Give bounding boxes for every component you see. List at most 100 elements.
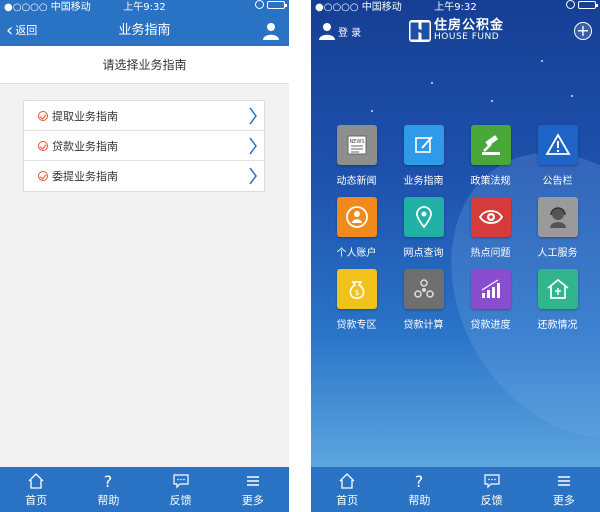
check-circle-icon (38, 140, 48, 151)
progress-chart-icon (470, 269, 511, 309)
help-icon: ? (104, 472, 113, 490)
login-button[interactable]: 登 录 (319, 22, 361, 40)
grid-item-guide[interactable]: 业务指南 (390, 125, 457, 187)
grid-item-notice[interactable]: 公告栏 (524, 125, 591, 187)
guide-item-delegate[interactable]: 委提业务指南 (24, 161, 264, 191)
chevron-right-icon (249, 137, 257, 155)
grid-item-branch[interactable]: 网点查询 (390, 197, 457, 259)
feedback-icon (173, 473, 189, 488)
grid-item-repayment[interactable]: 还款情况 (524, 269, 591, 331)
add-button[interactable]: + (574, 22, 592, 40)
tab-label: 首页 (25, 493, 48, 507)
grid-item-label: 人工服务 (537, 248, 578, 259)
more-icon (246, 475, 259, 486)
tab-home[interactable]: 首页 (0, 467, 72, 512)
tab-help[interactable]: ? 帮助 (72, 467, 144, 512)
grid-item-faq[interactable]: 热点问题 (457, 197, 524, 259)
status-bar: ●○○○○ 中国移动 上午9:32 (311, 0, 600, 16)
logo-en: HOUSE FUND (434, 32, 500, 42)
service-grid: NEWS 动态新闻 业务指南 政策法规 公告栏 个人账户 网点查询 热点问题 人… (323, 125, 593, 331)
tab-more[interactable]: 更多 (217, 467, 289, 512)
guide-item-label: 贷款业务指南 (52, 139, 118, 153)
orientation-lock-icon (255, 0, 264, 9)
page-title: 业务指南 (118, 23, 171, 38)
home-screen: ●○○○○ 中国移动 上午9:32 登 录 住房公积金 HOUSE FUND +… (311, 0, 600, 512)
moneybag-icon: $ (336, 269, 377, 309)
tab-bar: 首页 ? 帮助 反馈 更多 (0, 467, 289, 512)
home-header: 登 录 住房公积金 HOUSE FUND + (311, 16, 600, 46)
tab-label: 反馈 (169, 493, 192, 507)
chevron-right-icon (249, 167, 257, 185)
tab-feedback[interactable]: 反馈 (145, 467, 217, 512)
nav-bar: ‹ 返回 业务指南 (0, 16, 289, 46)
warning-icon (537, 125, 578, 165)
grid-item-loan-progress[interactable]: 贷款进度 (457, 269, 524, 331)
battery-icon (578, 0, 598, 9)
grid-item-label: 贷款计算 (403, 320, 444, 331)
tab-label: 更多 (552, 493, 575, 507)
tab-label: 帮助 (97, 493, 120, 507)
grid-item-label: 个人账户 (336, 248, 377, 259)
guide-item-label: 委提业务指南 (52, 170, 118, 183)
battery-icon (267, 0, 287, 9)
guide-list: 提取业务指南 贷款业务指南 委提业务指南 (23, 100, 265, 192)
svg-text:?: ? (415, 472, 424, 490)
grid-item-label: 动态新闻 (336, 176, 377, 187)
help-icon: ? (415, 472, 424, 490)
location-icon (403, 197, 444, 237)
guide-item-loan[interactable]: 贷款业务指南 (24, 131, 264, 161)
grid-item-label: 政策法规 (470, 176, 511, 187)
section-header: 请选择业务指南 (0, 46, 289, 84)
grid-item-service[interactable]: 人工服务 (524, 197, 591, 259)
grid-item-label: 公告栏 (542, 176, 573, 187)
grid-item-label: 网点查询 (403, 248, 444, 259)
tab-label: 首页 (336, 493, 359, 507)
grid-item-loan-zone[interactable]: $ 贷款专区 (323, 269, 390, 331)
tab-home[interactable]: 首页 (311, 467, 383, 512)
grid-item-policy[interactable]: 政策法规 (457, 125, 524, 187)
eye-icon (470, 197, 511, 237)
house-icon (537, 269, 578, 309)
calculator-icon (403, 269, 444, 309)
logo-mark-icon (409, 19, 431, 42)
svg-text:NEWS: NEWS (349, 139, 364, 145)
grid-item-label: 贷款专区 (336, 320, 377, 331)
user-icon (319, 23, 335, 40)
guide-item-label: 提取业务指南 (52, 109, 118, 123)
check-circle-icon (38, 171, 48, 181)
status-time: 上午9:32 (434, 2, 477, 13)
grid-item-news[interactable]: NEWS 动态新闻 (323, 125, 390, 187)
guide-item-withdraw[interactable]: 提取业务指南 (24, 101, 264, 131)
more-icon (557, 475, 570, 486)
svg-text:$: $ (354, 288, 359, 297)
logo-cn: 住房公积金 (434, 18, 505, 33)
tab-label: 更多 (241, 493, 264, 507)
tab-more[interactable]: 更多 (528, 467, 600, 512)
grid-item-label: 业务指南 (403, 176, 444, 187)
home-icon (339, 472, 355, 489)
svg-text:?: ? (104, 472, 113, 490)
tab-help[interactable]: ? 帮助 (383, 467, 455, 512)
gavel-icon (470, 125, 511, 165)
edit-icon (403, 125, 444, 165)
user-icon[interactable] (263, 22, 279, 40)
grid-item-account[interactable]: 个人账户 (323, 197, 390, 259)
guide-screen: ●○○○○ 中国移动 上午9:32 ‹ 返回 业务指南 请选择业务指南 提取业务… (0, 0, 289, 512)
login-label: 登 录 (338, 27, 362, 39)
agent-icon (537, 197, 578, 237)
tab-label: 反馈 (480, 493, 503, 507)
status-time: 上午9:32 (123, 2, 166, 13)
house-fund-logo: 住房公积金 HOUSE FUND (409, 19, 504, 42)
orientation-lock-icon (566, 0, 575, 9)
tab-bar: 首页 ? 帮助 反馈 更多 (311, 467, 600, 512)
home-icon (28, 472, 44, 489)
check-circle-icon (38, 110, 48, 121)
grid-item-loan-calc[interactable]: 贷款计算 (390, 269, 457, 331)
feedback-icon (484, 473, 500, 488)
news-icon: NEWS (336, 125, 377, 165)
tab-feedback[interactable]: 反馈 (456, 467, 528, 512)
chevron-right-icon (249, 107, 257, 125)
grid-item-label: 贷款进度 (470, 320, 511, 331)
plus-icon: + (576, 21, 590, 40)
person-icon (336, 197, 377, 237)
